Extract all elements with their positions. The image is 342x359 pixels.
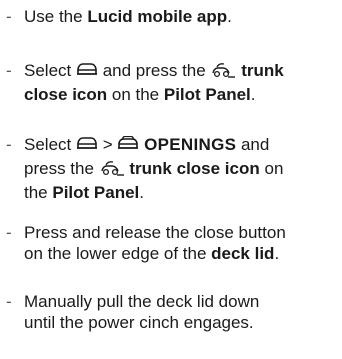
text-segment: Use the [24,7,88,26]
text-segment: on the [107,85,164,104]
text-segment: the [24,183,53,202]
pilot-panel-bold: Pilot Panel [163,85,251,104]
lucid-app-bold: Lucid mobile app [87,7,228,26]
trunk-bold: trunk [241,61,284,80]
text-line: until the power cinch engages. [24,313,254,332]
text-segment: press the [24,159,99,178]
instruction-text: Select > OPENINGS and press the trunk cl… [24,134,338,203]
text-line: Manually pull the deck lid down [24,292,260,311]
text-segment: Select [24,61,76,80]
bullet-dash: - [6,7,12,26]
deck-lid-bold: deck lid [211,244,275,263]
bullet-dash: - [6,292,12,311]
car-front-icon [76,136,98,158]
pilot-panel-bold: Pilot Panel [52,183,140,202]
text-segment: . [139,183,145,202]
instruction-text: Select and press the trunk close icon on… [24,60,338,105]
instruction-text: Manually pull the deck lid down until th… [24,291,338,333]
openings-label: OPENINGS [144,135,237,154]
bullet-dash: - [6,135,12,154]
text-segment: on the lower edge of the [24,244,212,263]
trunk-close-icon [210,61,236,84]
car-front-icon [76,62,98,84]
bullet-dash: - [6,61,12,80]
text-line: Press and release the close button [24,223,286,242]
text-segment: . [227,7,232,26]
instruction-text: Press and release the close button on th… [24,222,338,264]
text-segment: > [97,135,118,154]
car-openings-icon [117,135,139,158]
close-icon-bold: close icon [24,85,108,104]
text-segment: . [250,85,256,104]
trunk-close-icon [99,159,125,182]
bullet-dash: - [6,223,12,242]
text-segment: and [236,135,270,154]
text-segment: Select [24,135,76,154]
instruction-text: Use the Lucid mobile app. [24,6,338,27]
text-segment: and press the [97,61,211,80]
trunk-close-icon-bold: trunk close icon [129,159,260,178]
text-segment: on [259,159,284,178]
text-segment: . [274,244,280,263]
